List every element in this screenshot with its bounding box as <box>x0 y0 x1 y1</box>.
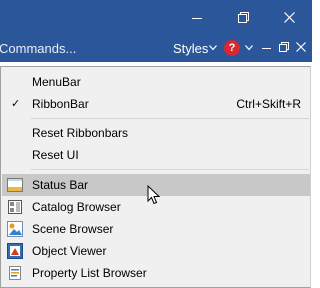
restore-icon <box>237 12 249 23</box>
menu-item-shortcut: Ctrl+Skift+R <box>236 97 301 111</box>
menu-item-label: Reset UI <box>32 148 79 162</box>
menu-item-scene-browser[interactable]: Scene Browser <box>2 218 310 240</box>
document-restore-icon[interactable] <box>279 42 289 52</box>
status-bar-icon <box>7 178 23 192</box>
commands-search[interactable]: Commands... <box>0 41 76 56</box>
menu-item-reset-ui[interactable]: Reset UI <box>2 144 310 166</box>
close-icon <box>283 12 295 23</box>
menu-item-label: Reset Ribbonbars <box>32 126 129 140</box>
checkmark-icon: ✓ <box>11 98 21 110</box>
document-minimize-icon[interactable] <box>262 48 271 49</box>
menu-item-label: Catalog Browser <box>32 200 121 214</box>
scene-browser-icon <box>7 221 23 237</box>
minimize-button[interactable] <box>174 0 220 35</box>
menu-item-ribbonbar[interactable]: ✓ RibbonBar Ctrl+Skift+R <box>2 93 310 115</box>
view-dropdown-menu: MenuBar ✓ RibbonBar Ctrl+Skift+R Reset R… <box>0 66 311 288</box>
styles-menu-button[interactable]: Styles <box>173 41 208 56</box>
menu-separator <box>31 118 309 119</box>
mouse-cursor-icon <box>147 185 161 205</box>
ribbon-bar: Commands... Styles ? <box>0 35 312 62</box>
menu-item-label: Property List Browser <box>32 266 147 280</box>
menu-separator <box>31 169 309 170</box>
chevron-down-icon[interactable] <box>209 45 217 51</box>
window-title-bar <box>0 0 312 35</box>
menu-item-label: Scene Browser <box>32 222 114 236</box>
menu-item-label: Status Bar <box>32 178 89 192</box>
minimize-icon <box>192 17 202 19</box>
menu-item-property-list-browser[interactable]: Property List Browser <box>2 262 310 284</box>
document-close-icon[interactable] <box>296 42 306 52</box>
menu-item-menubar[interactable]: MenuBar <box>2 71 310 93</box>
menu-item-label: Object Viewer <box>32 244 107 258</box>
menu-item-label: RibbonBar <box>32 97 89 111</box>
property-list-browser-icon <box>9 266 21 280</box>
menu-item-object-viewer[interactable]: Object Viewer <box>2 240 310 262</box>
help-icon[interactable]: ? <box>224 40 240 56</box>
menu-item-label: MenuBar <box>32 75 81 89</box>
restore-button[interactable] <box>220 0 266 35</box>
object-viewer-icon <box>7 243 23 259</box>
menu-item-reset-ribbonbars[interactable]: Reset Ribbonbars <box>2 122 310 144</box>
close-button[interactable] <box>266 0 312 35</box>
catalog-browser-icon <box>8 200 22 214</box>
chevron-down-icon[interactable] <box>245 45 253 51</box>
